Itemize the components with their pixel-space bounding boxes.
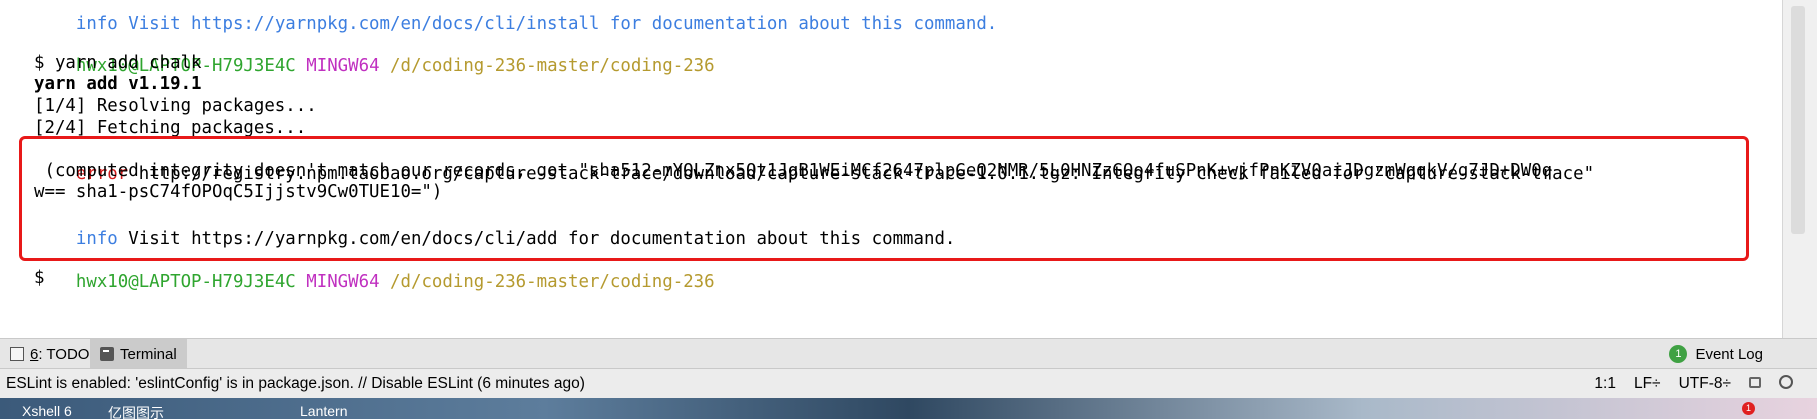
event-log-button[interactable]: 1 Event Log [1669,339,1763,369]
prompt-shell: MINGW64 [306,56,380,76]
status-message[interactable]: ESLint is enabled: 'eslintConfig' is in … [6,375,585,393]
prompt-shell: MINGW64 [306,272,380,292]
terminal-cursor-prompt[interactable]: $ [34,266,44,291]
lock-icon[interactable] [1749,377,1761,388]
taskbar-item[interactable]: Lantern [300,403,347,419]
line-separator[interactable]: LF÷ [1634,375,1661,393]
todo-shortcut: 6 [30,345,39,363]
os-taskbar: Xshell 6 亿图图示 Lantern 1 [0,398,1817,419]
inspector-face-icon[interactable] [1779,375,1793,389]
event-log-badge: 1 [1669,345,1688,363]
todo-icon [10,347,24,361]
cursor-position[interactable]: 1:1 [1594,375,1616,393]
terminal-panel[interactable]: info Visit https://yarnpkg.com/en/docs/c… [0,0,1782,338]
terminal-tab-label: Terminal [120,345,177,363]
file-encoding[interactable]: UTF-8÷ [1679,375,1731,393]
prompt-path: /d/coding-236-master/coding-236 [390,272,715,292]
terminal-line-partial: info Visit https://yarnpkg.com/en/docs/c… [34,0,997,34]
tab-terminal[interactable]: Terminal [90,339,187,369]
event-log-label: Event Log [1695,345,1763,363]
status-bar: ESLint is enabled: 'eslintConfig' is in … [0,368,1817,399]
error-highlight-box [19,136,1749,261]
terminal-icon [100,347,114,361]
taskbar-item[interactable]: 亿图图示 [108,403,164,419]
prompt-user: hwx10@LAPTOP-H79J3E4C [75,272,296,292]
terminal-scrollbar[interactable] [1782,0,1817,338]
scrollbar-thumb[interactable] [1791,6,1805,234]
prompt-path: /d/coding-236-master/coding-236 [390,56,715,76]
taskbar-item[interactable]: Xshell 6 [22,403,72,419]
status-widgets: 1:1 LF÷ UTF-8÷ [1594,375,1793,393]
tab-todo[interactable]: 6: TODO [0,339,99,369]
notification-badge[interactable]: 1 [1742,402,1755,415]
todo-label: : TODO [38,345,90,363]
tool-window-bar: 6: TODO Terminal 1 Event Log [0,338,1817,369]
